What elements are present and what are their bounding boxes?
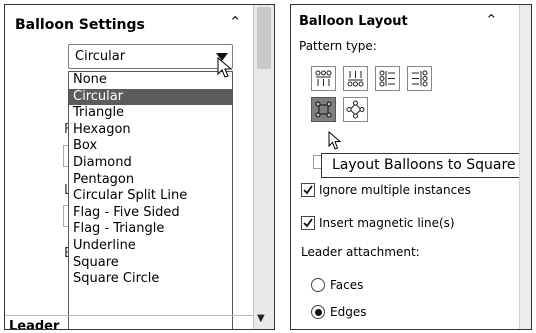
faces-radio[interactable] — [311, 278, 325, 292]
pattern-type-label: Pattern type: — [299, 39, 377, 53]
balloon-style-option[interactable]: Square Circle — [69, 271, 232, 288]
balloon-style-option[interactable]: Flag - Triangle — [69, 221, 232, 238]
scrollbar-thumb[interactable] — [257, 7, 271, 69]
balloon-style-option[interactable]: Flag - Five Sided — [69, 205, 232, 222]
faces-label: Faces — [330, 278, 364, 292]
balloon-style-option[interactable]: Pentagon — [69, 172, 232, 189]
layout-left-icon — [379, 70, 395, 87]
layout-bottom-icon — [347, 71, 364, 87]
insert-magnetic-lines-option[interactable]: Insert magnetic line(s) — [301, 216, 455, 230]
balloon-style-dropdown-list: None Circular Triangle Hexagon Box Diamond Pen… — [68, 71, 233, 329]
ignore-multiple-instances-checkbox[interactable] — [301, 183, 315, 197]
edges-label: Edges — [330, 305, 367, 319]
vertical-scrollbar[interactable] — [519, 5, 531, 329]
balloon-style-option[interactable]: Circular Split Line — [69, 188, 232, 205]
balloon-style-option[interactable]: Square — [69, 255, 232, 272]
layout-bottom-button[interactable] — [343, 66, 368, 91]
checkmark-icon — [303, 185, 313, 195]
vertical-scrollbar[interactable]: ▼ — [253, 5, 274, 329]
radio-selected-dot — [314, 308, 322, 316]
balloon-layout-panel: Balloon Layout ⌃ Pattern type: Layout Ba… — [290, 4, 532, 330]
leader-section-title: Leader — [9, 319, 60, 330]
layout-tooltip: Layout Balloons to Square — [321, 153, 531, 178]
mouse-pointer-icon — [328, 131, 342, 150]
balloon-style-select-value: Circular — [75, 49, 126, 64]
balloon-style-option[interactable]: Box — [69, 138, 232, 155]
layout-circular-button[interactable] — [343, 97, 368, 122]
layout-right-button[interactable] — [407, 66, 432, 91]
layout-top-icon — [315, 70, 332, 86]
layout-square-icon — [315, 101, 332, 118]
chevron-up-icon[interactable]: ⌃ — [485, 11, 498, 29]
ignore-multiple-instances-label: Ignore multiple instances — [319, 183, 471, 197]
mouse-pointer-icon — [217, 57, 233, 78]
layout-top-button[interactable] — [311, 66, 336, 91]
balloon-settings-panel: Balloon Settings ⌃ F L E Circular NoneCi… — [4, 4, 275, 330]
balloon-style-option[interactable]: Triangle — [69, 105, 232, 122]
layout-circular-icon — [346, 100, 365, 119]
edges-option[interactable]: Edges — [311, 305, 366, 319]
checkmark-icon — [303, 218, 313, 228]
layout-square-button[interactable] — [311, 97, 336, 122]
layout-right-icon — [412, 70, 428, 87]
balloon-layout-title: Balloon Layout — [299, 14, 408, 29]
balloon-settings-title: Balloon Settings — [15, 17, 145, 33]
faces-option[interactable]: Faces — [311, 278, 363, 292]
chevron-up-icon[interactable]: ⌃ — [229, 13, 242, 31]
scroll-down-icon[interactable]: ▼ — [257, 313, 265, 324]
balloon-style-option[interactable]: Diamond — [69, 155, 232, 172]
insert-magnetic-lines-checkbox[interactable] — [301, 216, 315, 230]
layout-left-button[interactable] — [375, 66, 400, 91]
balloon-style-option[interactable]: Underline — [69, 238, 232, 255]
balloon-style-select[interactable]: Circular — [68, 44, 233, 69]
balloon-style-option[interactable]: Circular — [69, 88, 232, 106]
ignore-multiple-instances-option[interactable]: Ignore multiple instances — [301, 183, 471, 197]
edges-radio[interactable] — [311, 305, 325, 319]
leader-attachment-label: Leader attachment: — [301, 245, 420, 259]
balloon-style-option[interactable]: Hexagon — [69, 122, 232, 139]
insert-magnetic-lines-label: Insert magnetic line(s) — [319, 216, 455, 230]
balloon-style-option[interactable]: None — [69, 72, 232, 89]
section-divider — [5, 315, 255, 316]
